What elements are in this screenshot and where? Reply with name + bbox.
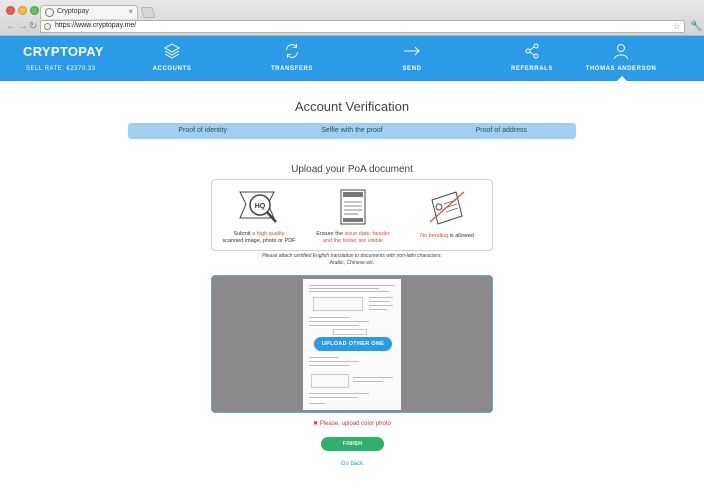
hq-badge-text: HQ	[255, 203, 266, 210]
guide-highlight: a high quality	[252, 231, 285, 237]
nav-send[interactable]: SEND	[367, 42, 457, 72]
guide-text: is allowed	[448, 233, 474, 239]
error-text: Please, upload color photo	[319, 421, 391, 427]
nav-label: TRANSFERS	[270, 66, 314, 72]
nav-label: SEND	[402, 66, 422, 72]
active-nav-indicator	[617, 76, 627, 81]
guide-highlight: No bending	[420, 233, 449, 239]
guide-highlight: issue date, header	[344, 231, 390, 237]
bent-document-icon	[429, 191, 465, 225]
url-text: https://www.cryptopay.me/	[55, 22, 137, 29]
guide-text: scanned image, photo or PDF	[222, 238, 296, 244]
magnifier-hq-icon: HQ	[239, 191, 277, 223]
reload-icon[interactable]: ↻	[29, 21, 37, 32]
document-preview[interactable]: UPLOAD OTHER ONE	[211, 275, 493, 413]
lock-icon	[44, 23, 51, 30]
step-proof-of-address[interactable]: Proof of address	[427, 123, 576, 139]
guide-highlight: and the footer are visible	[322, 238, 384, 244]
tab-title: Cryptopay	[57, 8, 89, 15]
step-proof-of-identity[interactable]: Proof of identity	[128, 123, 277, 139]
nav-label: REFERRALS	[510, 66, 554, 72]
translation-note: Please attach certified English translat…	[0, 253, 704, 267]
maximize-window-button[interactable]	[30, 6, 39, 15]
document-icon	[340, 189, 366, 225]
guideline-visibility: Ensure the issue date, header and the fo…	[306, 186, 400, 245]
upload-other-button[interactable]: UPLOAD OTHER ONE	[314, 337, 392, 351]
guideline-quality: HQ Submit a high quality scanned image, …	[212, 186, 306, 245]
nav-label: ACCOUNTS	[152, 66, 192, 72]
guide-text: Submit	[233, 231, 253, 237]
forward-arrow-icon[interactable]: →	[18, 21, 28, 32]
error-message: ✖ Please, upload color photo	[0, 420, 704, 427]
section-title: Upload your PoA document	[291, 164, 413, 175]
verification-steps: Proof of identity Selfie with the proof …	[128, 123, 576, 139]
close-window-button[interactable]	[6, 6, 15, 15]
address-bar[interactable]: https://www.cryptopay.me/ ☆	[40, 20, 685, 33]
close-tab-icon[interactable]: ×	[128, 7, 133, 16]
nav-profile[interactable]: THOMAS ANDERSON	[576, 42, 666, 72]
sell-rate: SELL RATE: €2370.33	[26, 66, 96, 72]
bookmark-star-icon[interactable]: ☆	[673, 21, 681, 32]
layers-icon	[163, 43, 181, 59]
share-icon	[525, 43, 539, 59]
note-line: Arabic, Chinese etc.	[329, 260, 375, 266]
page-title: Account Verification	[294, 99, 410, 114]
guide-text: Ensure the	[316, 231, 345, 237]
nav-referrals[interactable]: REFERRALS	[487, 42, 577, 72]
new-tab-button[interactable]	[140, 7, 156, 18]
browser-chrome: Cryptopay × ← → ↻ https://www.cryptopay.…	[0, 0, 704, 36]
browser-tab[interactable]: Cryptopay ×	[40, 5, 138, 19]
minimize-window-button[interactable]	[18, 6, 27, 15]
finish-button[interactable]: FINISH	[321, 437, 384, 451]
nav-accounts[interactable]: ACCOUNTS	[127, 42, 217, 72]
error-x-icon: ✖	[313, 421, 319, 427]
nav-label: THOMAS ANDERSON	[585, 66, 657, 72]
globe-icon	[45, 8, 54, 17]
go-back-link[interactable]: Go back	[0, 461, 704, 467]
guideline-no-bending: No bending is allowed	[400, 186, 494, 240]
step-selfie[interactable]: Selfie with the proof	[277, 123, 426, 139]
app-header: CRYPTOPAY SELL RATE: €2370.33 ACCOUNTS T…	[0, 36, 704, 81]
nav-transfers[interactable]: TRANSFERS	[247, 42, 337, 72]
arrow-right-icon	[404, 46, 420, 56]
back-arrow-icon[interactable]: ←	[6, 21, 16, 32]
refresh-icon	[286, 44, 298, 58]
upload-guidelines: HQ Submit a high quality scanned image, …	[211, 179, 493, 251]
brand-logo[interactable]: CRYPTOPAY	[23, 44, 104, 59]
note-line: Please attach certified English translat…	[262, 253, 442, 259]
user-icon	[614, 44, 628, 60]
wrench-icon[interactable]: 🔧	[690, 21, 702, 32]
